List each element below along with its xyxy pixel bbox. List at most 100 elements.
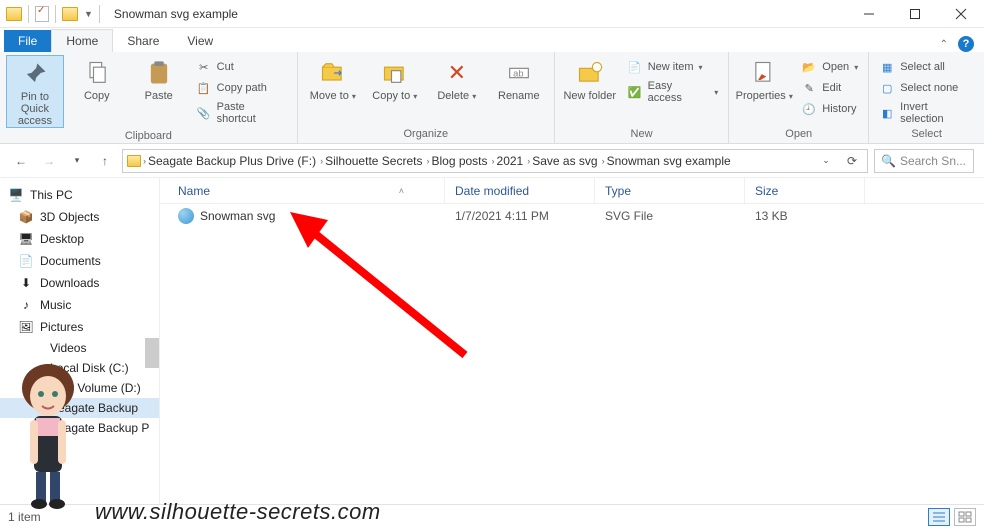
tab-file[interactable]: File — [4, 30, 51, 52]
paste-button[interactable]: Paste — [130, 55, 188, 102]
qat-customize-icon[interactable]: ▼ — [84, 9, 93, 19]
tree-item[interactable]: Seagate Backup P — [0, 418, 159, 438]
search-icon: 🔍 — [881, 154, 896, 168]
pin-to-quick-access-button[interactable]: Pin to Quick access — [6, 55, 64, 128]
rename-icon: ab — [505, 59, 533, 87]
navigation-pane[interactable]: 🖥️ This PC 📦3D Objects 🖥Desktop 📄Documen… — [0, 178, 160, 508]
breadcrumb[interactable]: Silhouette Secrets› — [325, 154, 429, 168]
help-icon[interactable]: ? — [958, 36, 974, 52]
edit-button[interactable]: ✎Edit — [797, 79, 862, 97]
chevron-right-icon[interactable]: › — [143, 156, 146, 166]
back-button[interactable]: ← — [10, 150, 32, 172]
pin-icon — [21, 60, 49, 88]
properties-label: Properties ▾ — [736, 90, 793, 102]
breadcrumb[interactable]: Save as svg› — [532, 154, 604, 168]
column-name[interactable]: Name˄ — [160, 178, 445, 203]
move-to-icon — [319, 59, 347, 87]
paste-icon — [145, 59, 173, 87]
rename-label: Rename — [498, 90, 540, 102]
breadcrumb[interactable]: 2021› — [497, 154, 531, 168]
copy-button[interactable]: Copy — [68, 55, 126, 102]
delete-icon: ✕ — [443, 59, 471, 87]
column-type[interactable]: Type — [595, 178, 745, 203]
minimize-button[interactable] — [846, 0, 892, 28]
breadcrumb[interactable]: Snowman svg example — [607, 154, 731, 168]
rename-button[interactable]: ab Rename — [490, 55, 548, 102]
delete-button[interactable]: ✕ Delete ▾ — [428, 55, 486, 102]
this-pc-icon: 🖥️ — [8, 187, 24, 203]
properties-button[interactable]: Properties ▾ — [735, 55, 793, 102]
svg-text:ab: ab — [513, 69, 523, 79]
new-item-button[interactable]: 📄New item ▾ — [623, 58, 723, 76]
select-all-button[interactable]: ▦Select all — [875, 58, 978, 76]
tree-item[interactable]: Seagate Backup — [0, 398, 159, 418]
address-dropdown-icon[interactable]: ⌄ — [815, 150, 837, 172]
copy-to-button[interactable]: Copy to ▾ — [366, 55, 424, 102]
tab-home[interactable]: Home — [51, 29, 113, 52]
copy-path-button[interactable]: 📋Copy path — [192, 79, 291, 97]
close-button[interactable] — [938, 0, 984, 28]
tree-item[interactable]: 📦3D Objects — [0, 206, 159, 228]
paste-shortcut-button[interactable]: 📎Paste shortcut — [192, 100, 291, 126]
new-folder-button[interactable]: New folder — [561, 55, 619, 102]
cut-button[interactable]: ✂Cut — [192, 58, 291, 76]
music-icon: ♪ — [18, 297, 34, 313]
ribbon-collapse-icon[interactable]: ⌃ — [940, 39, 948, 50]
qat-new-folder-icon[interactable] — [62, 7, 78, 21]
move-to-button[interactable]: Move to ▾ — [304, 55, 362, 102]
select-none-icon: ▢ — [879, 80, 895, 96]
file-size: 13 KB — [745, 209, 865, 223]
tree-item[interactable]: Videos — [0, 338, 159, 358]
open-button[interactable]: 📂Open ▾ — [797, 58, 862, 76]
app-icon — [6, 7, 22, 21]
pictures-icon: 🖼 — [18, 319, 34, 335]
desktop-icon: 🖥 — [18, 231, 34, 247]
tree-item[interactable]: ⬇Downloads — [0, 272, 159, 294]
tree-item[interactable]: 🖥Desktop — [0, 228, 159, 250]
column-date[interactable]: Date modified — [445, 178, 595, 203]
history-icon: 🕘 — [801, 101, 817, 117]
select-all-icon: ▦ — [879, 59, 895, 75]
file-row[interactable]: Snowman svg 1/7/2021 4:11 PM SVG File 13… — [160, 204, 984, 228]
tree-this-pc[interactable]: 🖥️ This PC — [0, 184, 159, 206]
address-bar[interactable]: › Seagate Backup Plus Drive (F:)› Silhou… — [122, 149, 868, 173]
file-icon — [178, 208, 194, 224]
column-size[interactable]: Size — [745, 178, 865, 203]
copy-label: Copy — [84, 90, 110, 102]
scrollbar-thumb[interactable] — [145, 338, 159, 368]
file-list[interactable]: Name˄ Date modified Type Size Snowman sv… — [160, 178, 984, 508]
forward-button[interactable]: → — [38, 150, 60, 172]
search-input[interactable]: 🔍 Search Sn... — [874, 149, 974, 173]
copy-to-icon — [381, 59, 409, 87]
tree-item[interactable]: 🖼Pictures — [0, 316, 159, 338]
tree-item[interactable]: ♪Music — [0, 294, 159, 316]
refresh-button[interactable]: ⟳ — [841, 150, 863, 172]
select-none-button[interactable]: ▢Select none — [875, 79, 978, 97]
select-group-label: Select — [875, 126, 978, 143]
tab-share[interactable]: Share — [113, 30, 173, 52]
tree-item[interactable]: New Volume (D:) — [0, 378, 159, 398]
paste-label: Paste — [145, 90, 173, 102]
documents-icon: 📄 — [18, 253, 34, 269]
tab-view[interactable]: View — [173, 30, 227, 52]
tree-item[interactable]: Local Disk (C:) — [0, 358, 159, 378]
copy-icon — [83, 59, 111, 87]
tree-item[interactable]: 📄Documents — [0, 250, 159, 272]
properties-icon — [750, 59, 778, 87]
window-title: Snowman svg example — [106, 7, 238, 21]
3d-objects-icon: 📦 — [18, 209, 34, 225]
qat-properties-icon[interactable] — [35, 6, 49, 22]
up-button[interactable]: ↑ — [94, 150, 116, 172]
search-placeholder: Search Sn... — [900, 154, 966, 168]
organize-group-label: Organize — [304, 126, 548, 143]
maximize-button[interactable] — [892, 0, 938, 28]
recent-locations-button[interactable]: ▾ — [66, 150, 88, 172]
thumbnails-view-button[interactable] — [954, 508, 976, 526]
breadcrumb[interactable]: Seagate Backup Plus Drive (F:)› — [148, 154, 323, 168]
history-button[interactable]: 🕘History — [797, 100, 862, 118]
sort-arrow-icon: ˄ — [399, 186, 404, 196]
details-view-button[interactable] — [928, 508, 950, 526]
invert-selection-button[interactable]: ◧Invert selection — [875, 100, 978, 126]
easy-access-button[interactable]: ✅Easy access ▾ — [623, 79, 723, 105]
breadcrumb[interactable]: Blog posts› — [431, 154, 494, 168]
